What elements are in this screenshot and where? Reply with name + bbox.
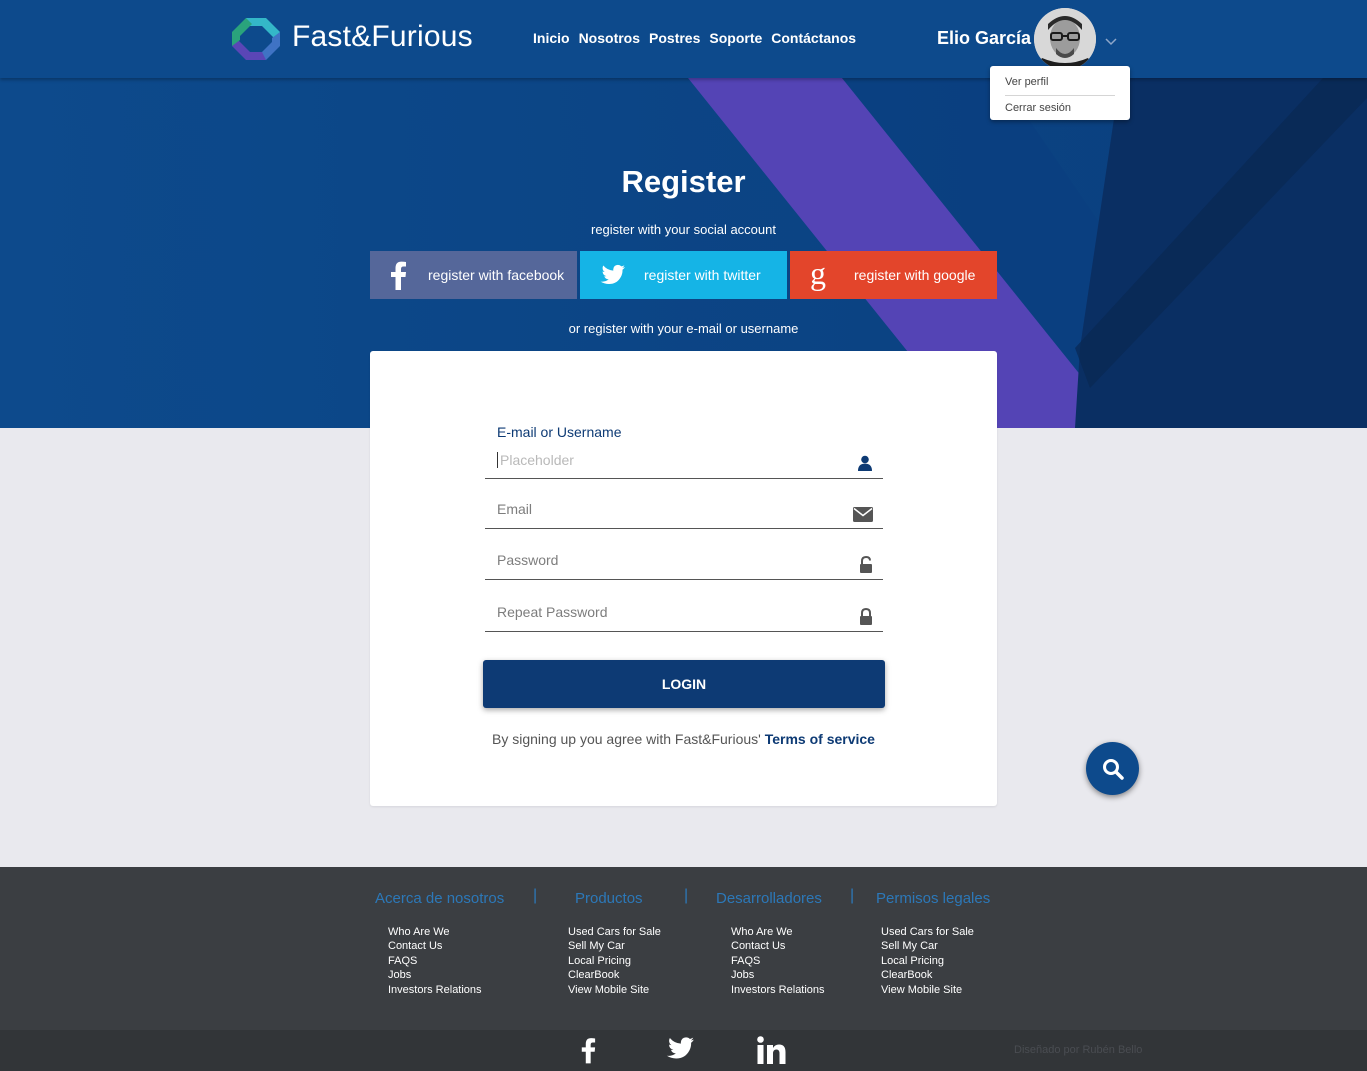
password-field [485, 544, 883, 580]
login-button[interactable]: LOGIN [483, 660, 885, 708]
footer-list-desarrolladores: Who Are We Contact Us FAQS Jobs Investor… [731, 925, 825, 997]
page-title: Register [621, 164, 746, 199]
footer-link[interactable]: FAQS [731, 954, 825, 968]
nav-inicio[interactable]: Inicio [533, 30, 570, 46]
terms-text: By signing up you agree with Fast&Furiou… [370, 731, 997, 747]
terms-prefix: By signing up you agree with Fast&Furiou… [492, 731, 765, 747]
footer-link[interactable]: View Mobile Site [568, 983, 661, 997]
footer-link[interactable]: Investors Relations [388, 983, 482, 997]
footer-link[interactable]: View Mobile Site [881, 983, 974, 997]
facebook-icon[interactable] [580, 1036, 596, 1064]
search-icon [1102, 758, 1124, 780]
nav-contactanos[interactable]: Contáctanos [771, 30, 856, 46]
footer-link[interactable]: Local Pricing [568, 954, 661, 968]
footer-link[interactable]: Jobs [388, 968, 482, 982]
twitter-icon [580, 251, 644, 299]
footer-heading-acerca[interactable]: Acerca de nosotros [375, 890, 504, 907]
email-field [485, 493, 883, 529]
footer-heading-desarrolladores[interactable]: Desarrolladores [716, 890, 822, 907]
menu-ver-perfil[interactable]: Ver perfil [1005, 74, 1115, 96]
nav-soporte[interactable]: Soporte [709, 30, 762, 46]
footer-link[interactable]: ClearBook [881, 968, 974, 982]
footer-divider: | [533, 887, 538, 904]
google-label: register with google [854, 267, 976, 283]
email-input[interactable] [497, 501, 837, 517]
register-twitter-button[interactable]: register with twitter [580, 251, 787, 299]
google-icon: g [810, 255, 826, 291]
footer-link[interactable]: Sell My Car [881, 939, 974, 953]
footer: Acerca de nosotros | Productos | Desarro… [0, 867, 1367, 1030]
lock-icon [860, 608, 872, 625]
menu-cerrar-sesion[interactable]: Cerrar sesión [1005, 96, 1115, 118]
main-nav: Inicio Nosotros Postres Soporte Contácta… [533, 30, 865, 46]
footer-link[interactable]: Local Pricing [881, 954, 974, 968]
footer-link[interactable]: Who Are We [388, 925, 482, 939]
designer-credit: Diseñado por Rubén Bello [1014, 1044, 1143, 1056]
user-name[interactable]: Elio García [937, 28, 1031, 49]
envelope-icon [853, 507, 873, 522]
chevron-down-icon[interactable] [1104, 36, 1118, 46]
twitter-icon[interactable] [664, 1036, 695, 1061]
repeat-password-field [485, 596, 883, 632]
footer-link[interactable]: Jobs [731, 968, 825, 982]
brand-name[interactable]: Fast&Furious [292, 20, 473, 54]
username-label: E-mail or Username [497, 424, 622, 440]
footer-list-permisos: Used Cars for Sale Sell My Car Local Pri… [881, 925, 974, 997]
user-avatar-icon [1034, 8, 1096, 70]
username-input[interactable] [497, 452, 837, 468]
footer-link[interactable]: Contact Us [731, 939, 825, 953]
footer-list-acerca: Who Are We Contact Us FAQS Jobs Investor… [388, 925, 482, 997]
avatar[interactable] [1034, 8, 1096, 70]
footer-divider: | [850, 887, 855, 904]
twitter-label: register with twitter [644, 267, 761, 283]
user-dropdown-menu: Ver perfil Cerrar sesión [990, 66, 1130, 120]
register-google-button[interactable]: g register with google [790, 251, 997, 299]
footer-heading-productos[interactable]: Productos [575, 890, 643, 907]
linkedin-icon[interactable] [757, 1036, 786, 1064]
facebook-icon [370, 251, 426, 299]
footer-list-productos: Used Cars for Sale Sell My Car Local Pri… [568, 925, 661, 997]
top-navbar: Fast&Furious Inicio Nosotros Postres Sop… [0, 0, 1367, 78]
footer-link[interactable]: Investors Relations [731, 983, 825, 997]
password-input[interactable] [497, 552, 837, 568]
terms-link[interactable]: Terms of service [765, 731, 875, 747]
search-button[interactable] [1086, 742, 1139, 795]
or-register-text: or register with your e-mail or username [568, 321, 799, 336]
brand-logo-icon[interactable] [232, 18, 280, 60]
nav-nosotros[interactable]: Nosotros [579, 30, 640, 46]
register-facebook-button[interactable]: register with facebook [370, 251, 577, 299]
username-field: E-mail or Username [485, 424, 883, 479]
footer-link[interactable]: ClearBook [568, 968, 661, 982]
unlock-icon [860, 556, 872, 573]
footer-link[interactable]: Used Cars for Sale [881, 925, 974, 939]
footer-link[interactable]: FAQS [388, 954, 482, 968]
user-icon [858, 455, 872, 471]
footer-link[interactable]: Contact Us [388, 939, 482, 953]
footer-heading-permisos[interactable]: Permisos legales [876, 890, 990, 907]
repeat-password-input[interactable] [497, 604, 837, 620]
footer-bottom-bar: Diseñado por Rubén Bello [0, 1030, 1367, 1071]
footer-divider: | [684, 887, 689, 904]
register-card: E-mail or Username LOGIN By signing up y… [370, 351, 997, 806]
footer-link[interactable]: Sell My Car [568, 939, 661, 953]
facebook-label: register with facebook [428, 267, 565, 283]
nav-postres[interactable]: Postres [649, 30, 700, 46]
footer-link[interactable]: Used Cars for Sale [568, 925, 661, 939]
social-subtitle: register with your social account [591, 222, 776, 237]
footer-link[interactable]: Who Are We [731, 925, 825, 939]
